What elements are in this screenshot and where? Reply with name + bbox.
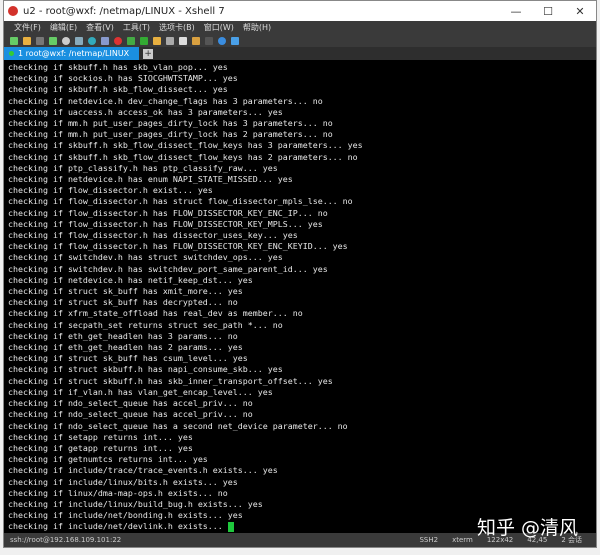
terminal-line: checking if flow_dissector.h has FLOW_DI… [8,218,323,229]
terminal-line: checking if flow_dissector.h has FLOW_DI… [8,241,348,252]
terminal-line: checking if secpath_set returns struct s… [8,319,283,330]
layout-icon[interactable] [205,36,213,45]
terminal-line: checking if eth_get_headlen has 3 params… [8,330,238,341]
terminal-line: checking if eth_get_headlen has 2 params… [8,342,243,353]
window-title: u2 - root@wxf: /netmap/LINUX - Xshell 7 [23,5,225,17]
xmanager-icon[interactable] [127,36,135,45]
disconnect-icon[interactable] [36,36,44,45]
terminal-line: checking if ndo_select_queue has accel_p… [8,398,253,409]
menu-file[interactable]: 文件(F) [14,22,41,33]
terminal-type: xterm [452,536,473,544]
xshell-logo-icon [8,6,18,16]
pen-icon[interactable] [179,36,187,45]
xshell-window: u2 - root@wxf: /netmap/LINUX - Xshell 7 … [3,0,597,548]
copy-icon[interactable] [75,36,83,45]
terminal-line: checking if ndo_select_queue has a secon… [8,420,348,431]
tab-session-1[interactable]: 1 root@wxf: /netmap/LINUX [4,47,140,60]
terminal-line: checking if sockios.h has SIOCGHWTSTAMP.… [8,73,238,84]
lock-icon[interactable] [153,36,161,45]
menu-view[interactable]: 查看(V) [86,22,114,33]
minimize-button[interactable]: — [500,5,532,18]
connected-status-icon [9,51,14,56]
properties-icon[interactable] [49,36,57,45]
add-tab-button[interactable]: + [143,48,154,59]
menu-window[interactable]: 窗口(W) [204,22,234,33]
terminal-line: checking if struct skbuff.h has skb_inne… [8,375,333,386]
terminal-line: checking if struct sk_buff has decrypted… [8,297,238,308]
xftp-icon[interactable] [114,36,122,45]
terminal-line: checking if skbuff.h skb_flow_dissect_fl… [8,151,358,162]
terminal-line: checking if xfrm_state_offload has real_… [8,308,303,319]
terminal-line: checking if include/linux/bits.h exists.… [8,476,238,487]
terminal-line: checking if setapp returns int... yes [8,431,193,442]
menu-tools[interactable]: 工具(T) [123,22,150,33]
help-icon[interactable] [218,36,226,45]
terminal-line: checking if uaccess.h access_ok has 3 pa… [8,106,283,117]
terminal-line: checking if struct sk_buff has csum_leve… [8,353,248,364]
terminal-line: checking if switchdev.h has struct switc… [8,252,283,263]
cursor [227,521,234,532]
terminal-line: checking if netdevice.h has netif_keep_d… [8,274,253,285]
terminal-line: checking if skbuff.h has skb_vlan_pop...… [8,62,228,72]
terminal-line: checking if flow_dissector.h exist... ye… [8,185,213,196]
new-session-icon[interactable] [10,36,18,45]
terminal-line: checking if skbuff.h skb_flow_dissect_fl… [8,140,363,151]
terminal-line: checking if struct skbuff.h has napi_con… [8,364,283,375]
menu-tabs[interactable]: 选项卡(B) [159,22,195,33]
menu-help[interactable]: 帮助(H) [243,22,271,33]
transfer-icon[interactable] [192,36,200,45]
terminal-line: checking if ndo_select_queue has accel_p… [8,409,253,420]
terminal-line: checking if netdevice.h dev_change_flags… [8,95,323,106]
terminal-line: checking if skbuff.h skb_flow_dissect...… [8,84,228,95]
terminal-line: checking if include/trace/trace_events.h… [8,465,278,476]
chat-icon[interactable] [231,36,239,45]
connection-address: ssh://root@192.168.109.101:22 [10,536,122,544]
terminal-line: checking if netdevice.h has enum NAPI_ST… [8,174,293,185]
menu-edit[interactable]: 编辑(E) [50,22,77,33]
terminal-line: checking if linux/dma-map-ops.h exists..… [8,487,228,498]
terminal-line: checking if ptp_classify.h has ptp_class… [8,162,278,173]
title-bar: u2 - root@wxf: /netmap/LINUX - Xshell 7 … [4,1,596,21]
terminal-line: checking if getnumtcs returns int... yes [8,454,208,465]
terminal-line: checking if mm.h put_user_pages_dirty_lo… [8,129,333,140]
terminal-line: checking if mm.h put_user_pages_dirty_lo… [8,118,333,129]
terminal-line: checking if flow_dissector.h has struct … [8,196,353,207]
terminal-line: checking if flow_dissector.h has dissect… [8,230,298,241]
terminal-line: checking if getapp returns int... yes [8,442,193,453]
search-icon[interactable] [62,36,70,45]
menu-bar: 文件(F) 编辑(E) 查看(V) 工具(T) 选项卡(B) 窗口(W) 帮助(… [4,21,596,34]
protocol: SSH2 [419,536,439,544]
terminal-line: checking if flow_dissector.h has FLOW_DI… [8,207,328,218]
fullscreen-icon[interactable] [140,36,148,45]
font-icon[interactable] [101,36,109,45]
maximize-button[interactable]: ☐ [532,5,564,18]
globe-icon[interactable] [88,36,96,45]
watermark: 知乎 @清风 [476,517,578,539]
terminal-line: checking if switchdev.h has switchdev_po… [8,263,328,274]
tab-bar: 1 root@wxf: /netmap/LINUX + [4,47,596,60]
terminal-line: checking if struct sk_buff has xmit_more… [8,286,243,297]
open-folder-icon[interactable] [23,36,31,45]
terminal-output[interactable]: checking if skbuff.h has skb_vlan_pop...… [4,60,596,534]
close-button[interactable]: ✕ [564,5,596,18]
terminal-line: checking if if_vlan.h has vlan_get_encap… [8,386,273,397]
keyboard-icon[interactable] [166,36,174,45]
tab-label: 1 root@wxf: /netmap/LINUX [18,49,130,58]
terminal-line: checking if include/linux/build_bug.h ex… [8,498,263,509]
toolbar [4,34,596,47]
